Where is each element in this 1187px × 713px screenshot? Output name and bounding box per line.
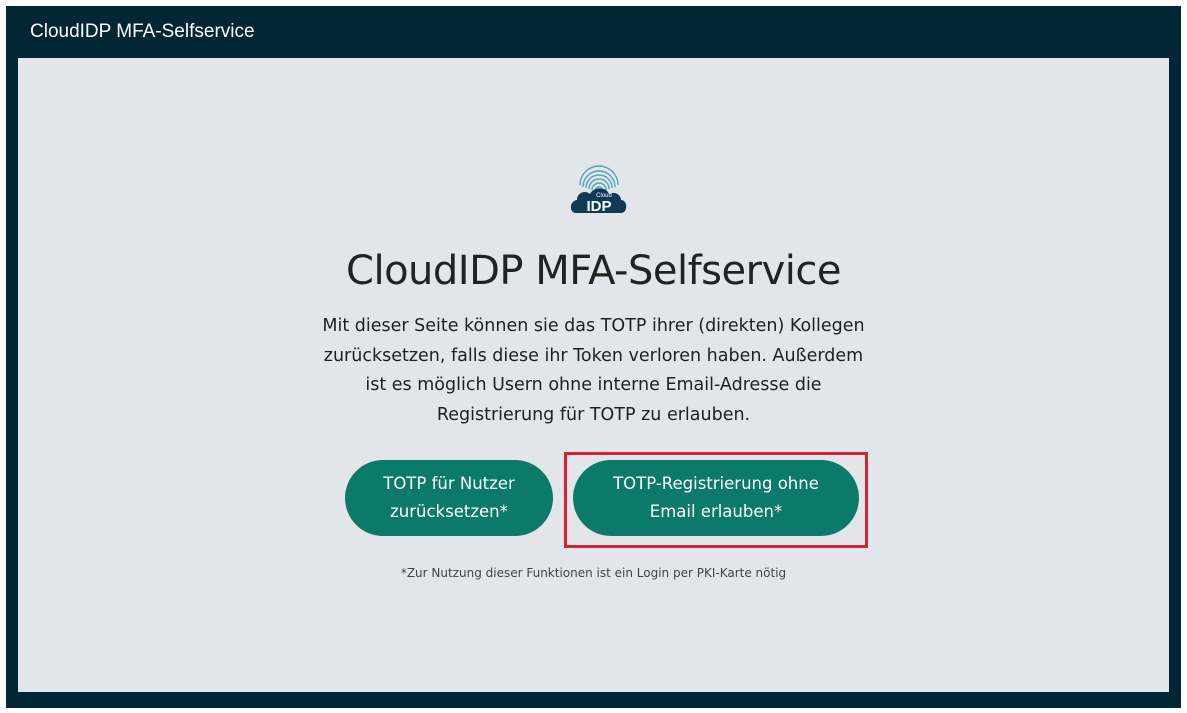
header-title: CloudIDP MFA-Selfservice [30, 21, 255, 42]
logo-big-text: IDP [586, 198, 611, 215]
main-content: Cloud IDP CloudIDP MFA-Selfservice Mit d… [18, 58, 1169, 692]
top-bar: CloudIDP MFA-Selfservice [6, 6, 1181, 58]
app-frame: CloudIDP MFA-Selfservice Cloud IDP Cloud… [6, 6, 1181, 708]
page-description: Mit dieser Seite können sie das TOTP ihr… [322, 316, 865, 425]
cloudidp-logo: Cloud IDP [566, 155, 632, 221]
page-title: CloudIDP MFA-Selfservice [346, 248, 841, 294]
footnote: *Zur Nutzung dieser Funktionen ist ein L… [400, 566, 787, 580]
highlight-box [564, 452, 868, 548]
reset-totp-button[interactable]: TOTP für Nutzer zurücksetzen* [345, 460, 553, 536]
